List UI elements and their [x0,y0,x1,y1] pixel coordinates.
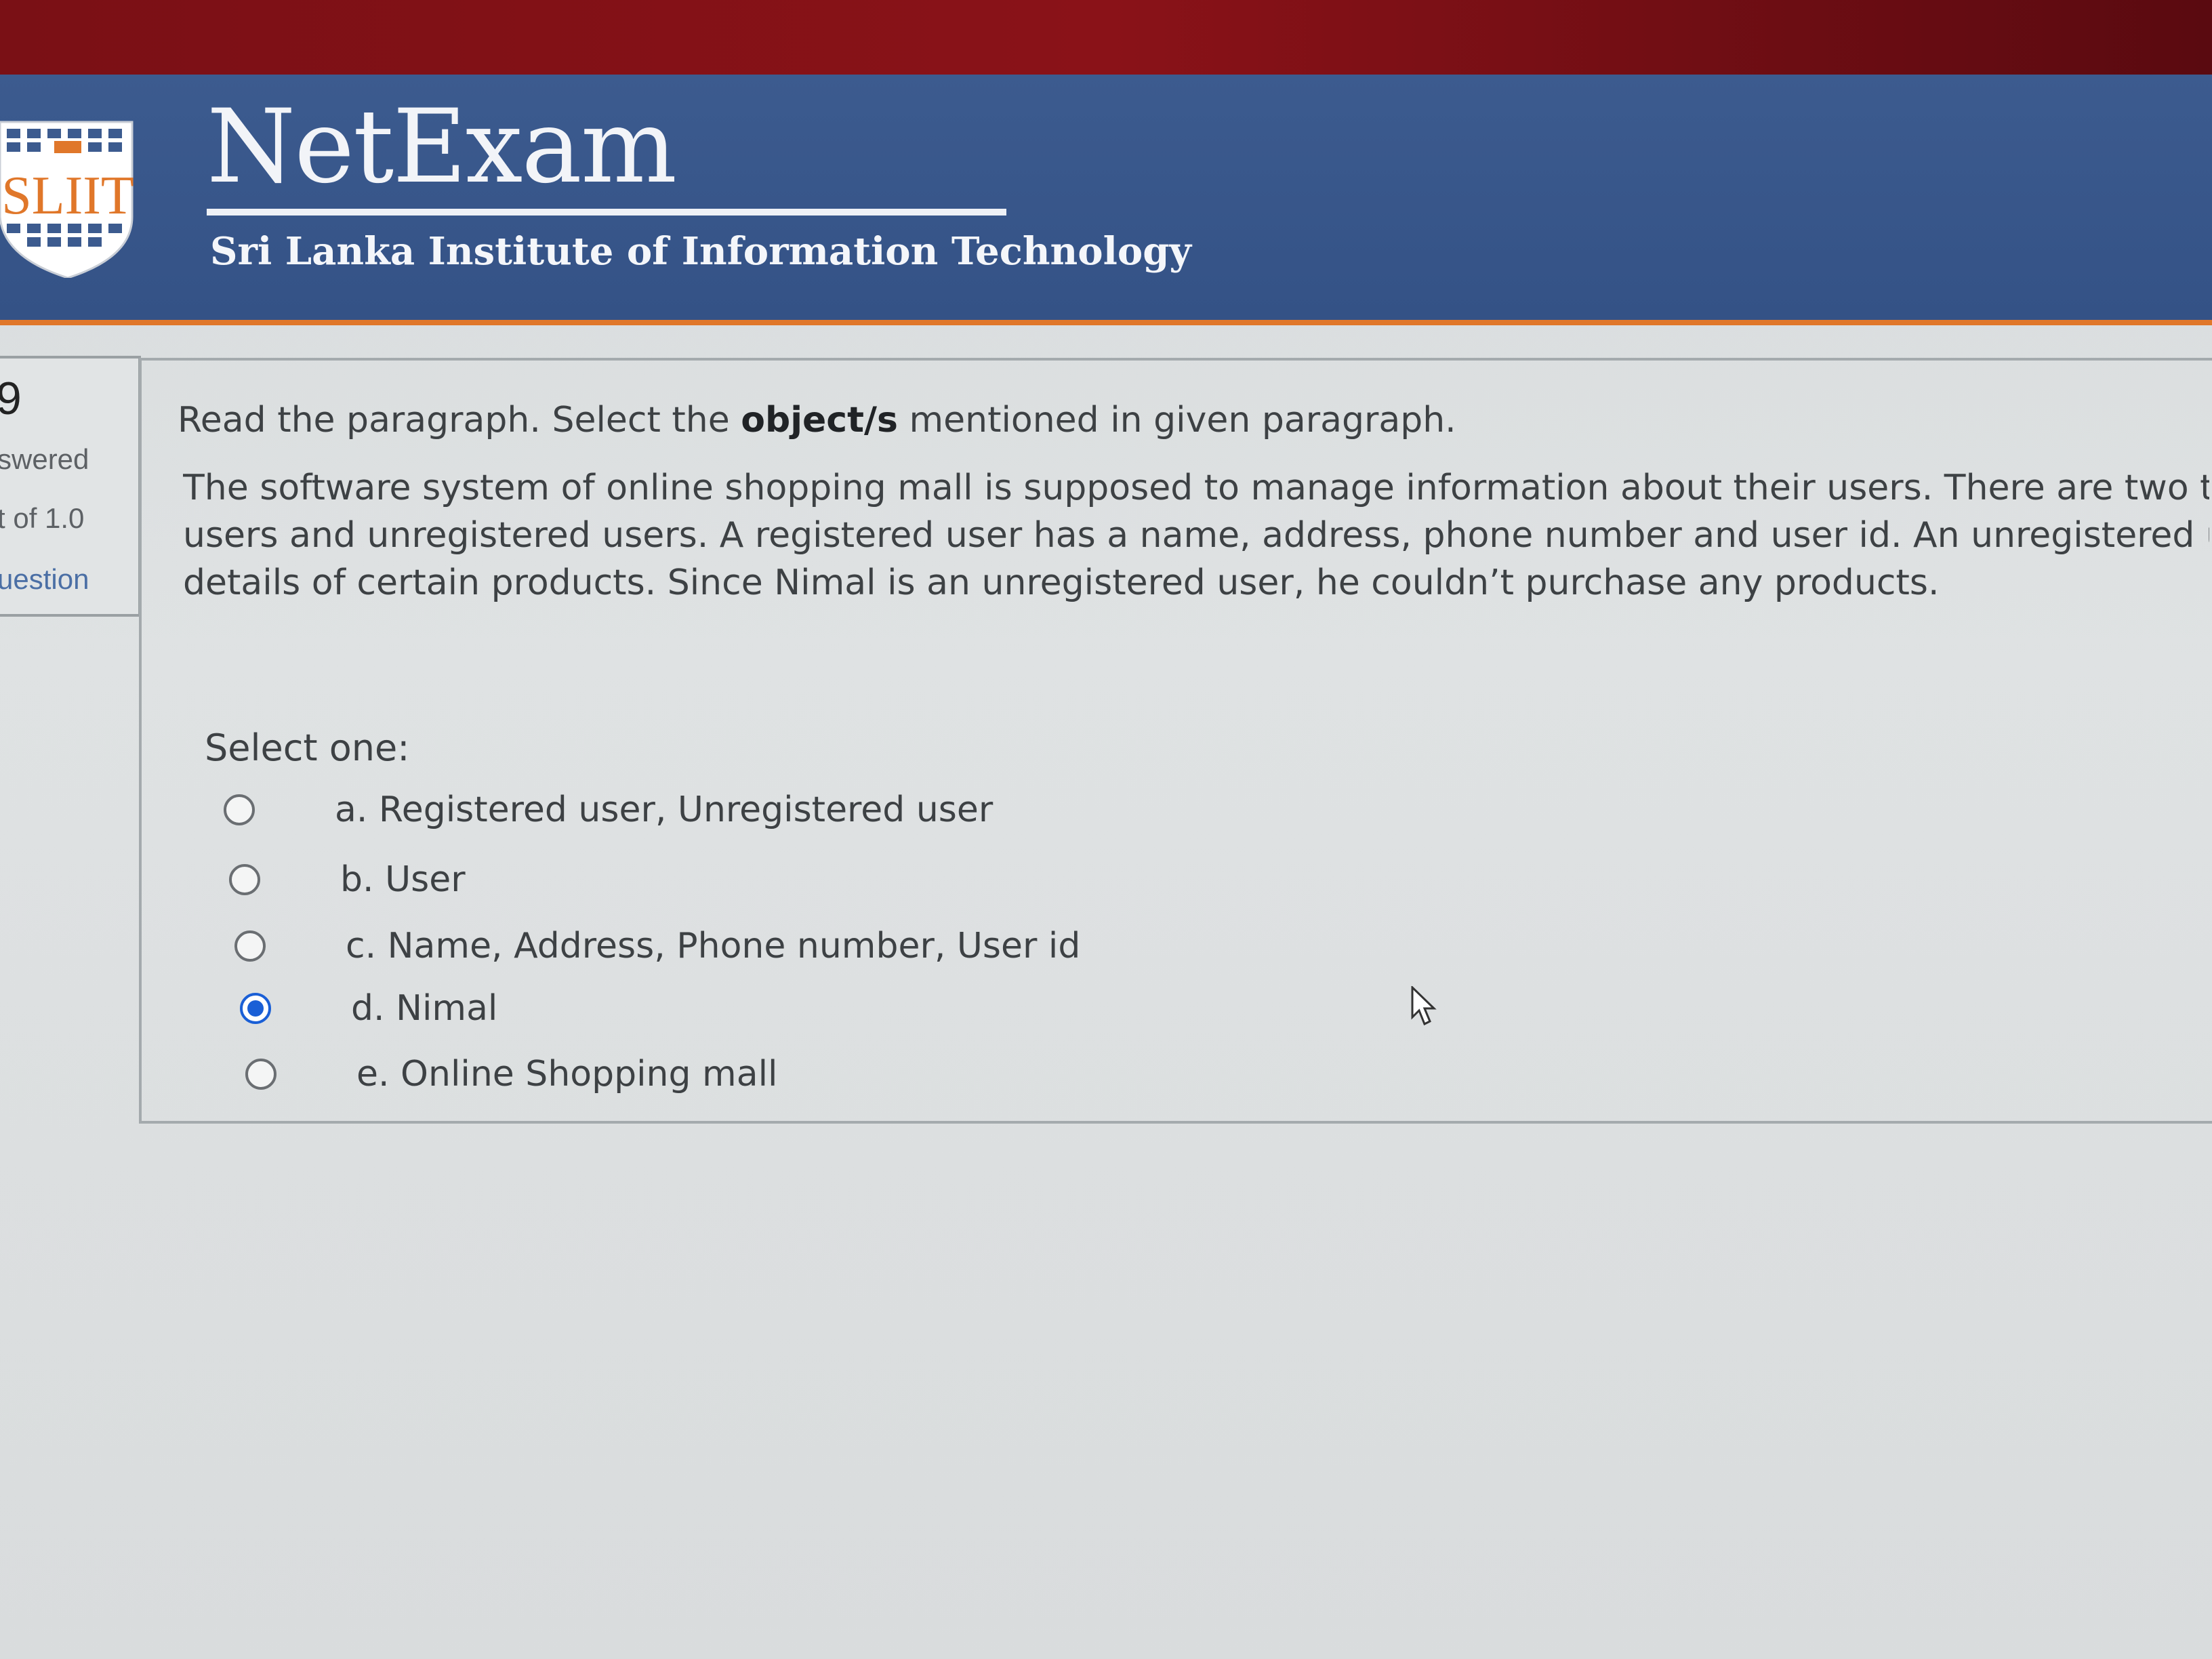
prompt-text-bold: object/s [741,400,898,441]
question-number: 9 [0,373,22,424]
question-info-panel: 9 swered t of 1.0 uestion [0,356,141,617]
option-b-label: b. User [340,859,466,900]
radio-option-e[interactable] [245,1059,276,1090]
site-header: SLIIT NetExam Sri Lanka Institute of Inf… [0,75,2212,325]
question-paragraph: The software system of online shopping m… [183,464,2209,607]
question-status: swered [0,443,89,475]
header-divider [207,209,1006,216]
option-d[interactable]: d. Nimal [240,981,497,1036]
radio-option-b[interactable] [229,864,260,895]
radio-option-a[interactable] [224,794,255,825]
option-d-label: d. Nimal [351,988,498,1029]
radio-option-c[interactable] [234,930,266,962]
paragraph-line: users and unregistered users. A register… [183,515,2209,556]
sliit-logo: SLIIT [0,121,134,278]
flag-question-link[interactable]: uestion [0,563,89,596]
option-c[interactable]: c. Name, Address, Phone number, User id [234,919,1080,973]
option-a[interactable]: a. Registered user, Unregistered user [224,783,993,837]
prompt-text-post: mentioned in given paragraph. [897,400,1456,441]
select-one-label: Select one: [205,726,410,769]
mouse-pointer-icon [1411,986,1437,1026]
question-prompt: Read the paragraph. Select the object/s … [178,400,2197,441]
institute-name: Sri Lanka Institute of Information Techn… [210,229,1191,274]
option-b[interactable]: b. User [229,853,466,907]
option-c-label: c. Name, Address, Phone number, User id [346,926,1081,966]
option-e-label: e. Online Shopping mall [356,1054,778,1094]
prompt-text-pre: Read the paragraph. Select the [178,400,741,441]
radio-option-d-selected[interactable] [240,993,271,1024]
app-title: NetExam [207,88,677,206]
paragraph-line: details of certain products. Since Nimal… [183,562,1940,603]
paragraph-line: The software system of online shopping m… [183,468,2209,508]
window-top-strip [0,0,2212,78]
question-mark: t of 1.0 [0,502,85,534]
option-a-label: a. Registered user, Unregistered user [335,790,994,830]
option-e[interactable]: e. Online Shopping mall [245,1047,777,1101]
logo-text: SLIIT [1,166,134,226]
